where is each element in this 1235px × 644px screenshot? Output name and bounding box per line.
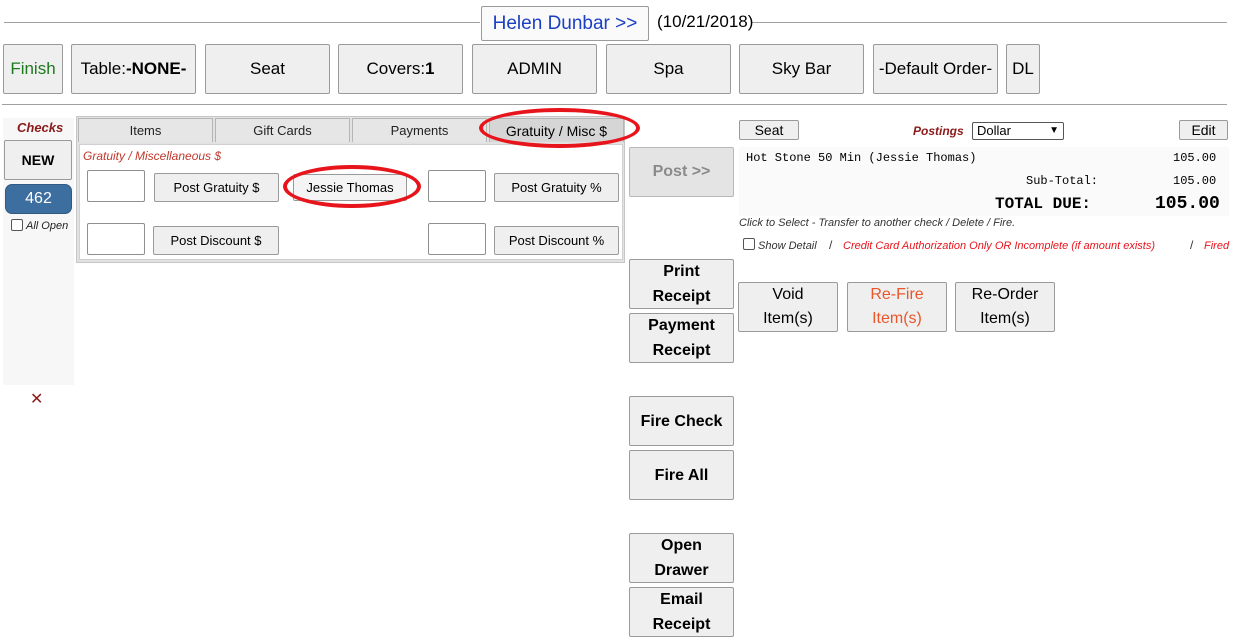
total-due-amount: 105.00 [1155, 194, 1220, 214]
all-open-label: All Open [26, 220, 69, 232]
reorder-line2: Item(s) [980, 310, 1030, 327]
all-open-checkbox[interactable] [11, 219, 23, 231]
post-discount-amount-button[interactable]: Post Discount $ [153, 226, 279, 255]
open-drawer-line2: Drawer [654, 562, 709, 579]
line-item-amount[interactable]: 105.00 [1173, 151, 1216, 165]
toolbar-divider [2, 104, 1227, 105]
tab-gift-cards[interactable]: Gift Cards [215, 118, 350, 142]
reorder-line1: Re-Order [971, 286, 1039, 303]
header-date: (10/21/2018) [657, 12, 754, 31]
line-item-name[interactable]: Hot Stone 50 Min (Jessie Thomas) [746, 151, 976, 165]
open-drawer-line1: Open [661, 537, 702, 554]
sky-bar-button[interactable]: Sky Bar [739, 44, 864, 94]
reorder-items-button[interactable]: Re-Order Item(s) [955, 282, 1055, 332]
open-drawer-button[interactable]: Open Drawer [629, 533, 734, 583]
cc-auth-legend: Credit Card Authorization Only OR Incomp… [843, 240, 1155, 252]
refire-items-button[interactable]: Re-Fire Item(s) [847, 282, 947, 332]
fire-all-button[interactable]: Fire All [629, 450, 734, 500]
legend-separator-1: / [829, 238, 833, 252]
payment-receipt-line1: Payment [648, 317, 715, 334]
gratuity-percent-input[interactable] [428, 170, 486, 202]
subtotal-label: Sub-Total: [1026, 174, 1099, 188]
seat-top-button[interactable]: Seat [205, 44, 330, 94]
customer-name-button[interactable]: Helen Dunbar >> [481, 6, 649, 41]
check-462-button[interactable]: 462 [5, 184, 72, 214]
legend-separator-2: / [1190, 238, 1194, 252]
default-order-button[interactable]: -Default Order- [873, 44, 998, 94]
post-gratuity-percent-button[interactable]: Post Gratuity % [494, 173, 619, 202]
new-check-button[interactable]: NEW [4, 140, 72, 180]
postings-label: Postings [913, 124, 964, 138]
tab-items[interactable]: Items [78, 118, 213, 142]
show-detail-checkbox[interactable] [743, 238, 755, 250]
header-rule-right [752, 22, 1227, 23]
admin-button[interactable]: ADMIN [472, 44, 597, 94]
void-line2: Item(s) [763, 310, 813, 327]
table-value: -NONE- [125, 59, 187, 78]
fired-legend: Fired [1204, 240, 1230, 252]
header-rule-left [4, 22, 480, 23]
email-receipt-line2: Receipt [652, 616, 711, 633]
checks-title: Checks [17, 120, 64, 135]
dl-button[interactable]: DL [1006, 44, 1040, 94]
tab-gratuity-misc[interactable]: Gratuity / Misc $ [489, 118, 624, 142]
total-due-label: TOTAL DUE: [995, 195, 1092, 213]
post-button[interactable]: Post >> [629, 147, 734, 197]
print-receipt-line1: Print [663, 263, 700, 280]
show-detail-label: Show Detail [758, 240, 817, 252]
spa-button[interactable]: Spa [606, 44, 731, 94]
finish-button[interactable]: Finish [3, 44, 63, 94]
table-label: Table: [80, 59, 126, 78]
fire-check-button[interactable]: Fire Check [629, 396, 734, 446]
email-receipt-button[interactable]: Email Receipt [629, 587, 734, 637]
refire-line2: Item(s) [872, 310, 922, 327]
table-button[interactable]: Table: -NONE- [71, 44, 196, 94]
staff-name-button[interactable]: Jessie Thomas [293, 174, 407, 201]
void-line1: Void [772, 286, 804, 303]
refire-line1: Re-Fire [870, 286, 924, 303]
print-receipt-line2: Receipt [652, 288, 711, 305]
covers-button[interactable]: Covers: 1 [338, 44, 463, 94]
chevron-down-icon: ▼ [1049, 125, 1059, 136]
edit-button[interactable]: Edit [1179, 120, 1228, 140]
void-items-button[interactable]: Void Item(s) [738, 282, 838, 332]
post-discount-percent-button[interactable]: Post Discount % [494, 226, 619, 255]
selection-hint: Click to Select - Transfer to another ch… [739, 217, 1016, 229]
covers-value: 1 [425, 59, 435, 78]
email-receipt-line1: Email [660, 591, 703, 608]
postings-selected-value: Dollar [977, 123, 1011, 138]
payment-receipt-line2: Receipt [652, 342, 711, 359]
discount-amount-input[interactable] [87, 223, 145, 255]
post-gratuity-amount-button[interactable]: Post Gratuity $ [154, 173, 279, 202]
seat-right-button[interactable]: Seat [739, 120, 799, 140]
tab-payments[interactable]: Payments [352, 118, 487, 142]
subtotal-amount: 105.00 [1173, 174, 1217, 188]
gratuity-section-title: Gratuity / Miscellaneous $ [83, 149, 222, 163]
covers-label: Covers: [366, 59, 426, 78]
print-receipt-button[interactable]: Print Receipt [629, 259, 734, 309]
postings-select[interactable]: Dollar ▼ [972, 122, 1064, 140]
delete-check-icon[interactable]: ✕ [30, 389, 43, 409]
gratuity-amount-input[interactable] [87, 170, 145, 202]
payment-receipt-button[interactable]: Payment Receipt [629, 313, 734, 363]
discount-percent-input[interactable] [428, 223, 486, 255]
